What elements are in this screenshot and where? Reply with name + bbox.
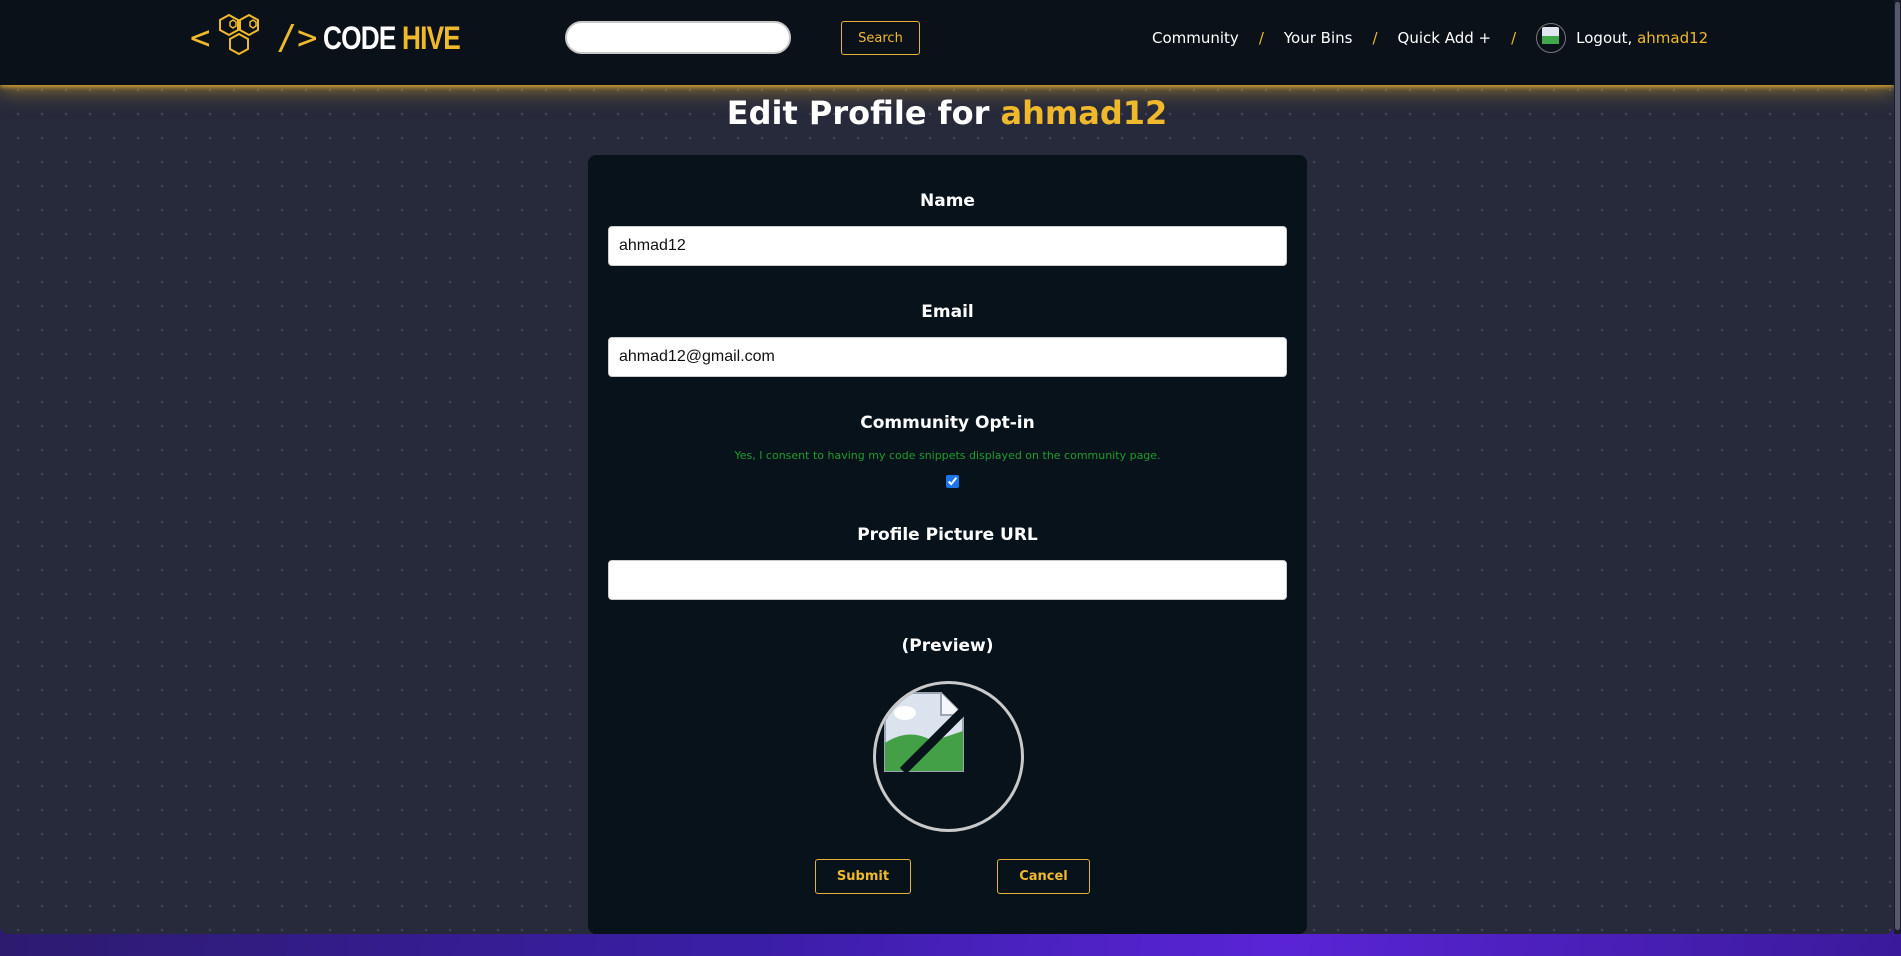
preview-label: (Preview): [901, 636, 994, 656]
nav-separator: /: [1258, 29, 1264, 47]
page-title-username: ahmad12: [1000, 94, 1168, 132]
nav-links: Community / Your Bins / Quick Add + / Lo…: [1152, 23, 1708, 53]
page-title-prefix: Edit Profile for: [726, 94, 990, 132]
logo-open-bracket: <: [190, 18, 211, 58]
logout-link[interactable]: Logout, ahmad12: [1576, 29, 1708, 47]
logo-word-code: CODE: [323, 19, 396, 56]
logo-word-hive: HIVE: [402, 19, 461, 56]
name-label: Name: [920, 191, 975, 211]
logout-label: Logout,: [1576, 29, 1633, 47]
email-field[interactable]: [608, 337, 1287, 377]
community-opt-in-checkbox[interactable]: [946, 475, 959, 488]
top-navbar: < /> CODE HIVE Search Community / Your B…: [0, 0, 1894, 85]
search-button[interactable]: Search: [841, 21, 920, 55]
logout-username: ahmad12: [1637, 29, 1709, 47]
vertical-scrollbar[interactable]: [1894, 0, 1901, 934]
nav-your-bins-link[interactable]: Your Bins: [1284, 29, 1353, 47]
nav-separator: /: [1511, 29, 1517, 47]
logo-wordmark: CODE HIVE: [323, 19, 461, 57]
cancel-button[interactable]: Cancel: [997, 859, 1090, 894]
edit-profile-form: Name Email Community Opt-in Yes, I conse…: [588, 155, 1307, 934]
code-hive-logo[interactable]: < /> CODE HIVE: [190, 12, 490, 64]
email-label: Email: [921, 302, 974, 322]
submit-button[interactable]: Submit: [815, 859, 911, 894]
broken-image-icon: [884, 692, 965, 773]
page-background: < /> CODE HIVE Search Community / Your B…: [0, 0, 1894, 934]
nav-quick-add-link[interactable]: Quick Add +: [1398, 29, 1492, 47]
profile-picture-url-label: Profile Picture URL: [857, 525, 1038, 545]
broken-image-icon: [1542, 27, 1560, 44]
consent-text: Yes, I consent to having my code snippet…: [734, 449, 1161, 462]
nav-separator: /: [1372, 29, 1378, 47]
profile-picture-preview: [873, 681, 1024, 832]
user-avatar[interactable]: [1536, 23, 1567, 53]
profile-picture-url-field[interactable]: [608, 560, 1287, 600]
hexagon-cluster-icon: [219, 13, 260, 56]
name-field[interactable]: [608, 226, 1287, 266]
logo-close-bracket: />: [276, 18, 318, 58]
community-opt-in-label: Community Opt-in: [860, 413, 1035, 433]
scrollbar-thumb[interactable]: [1895, 2, 1900, 930]
nav-community-link[interactable]: Community: [1152, 29, 1239, 47]
search-input[interactable]: [565, 21, 791, 54]
page-title: Edit Profile for ahmad12: [0, 94, 1894, 132]
